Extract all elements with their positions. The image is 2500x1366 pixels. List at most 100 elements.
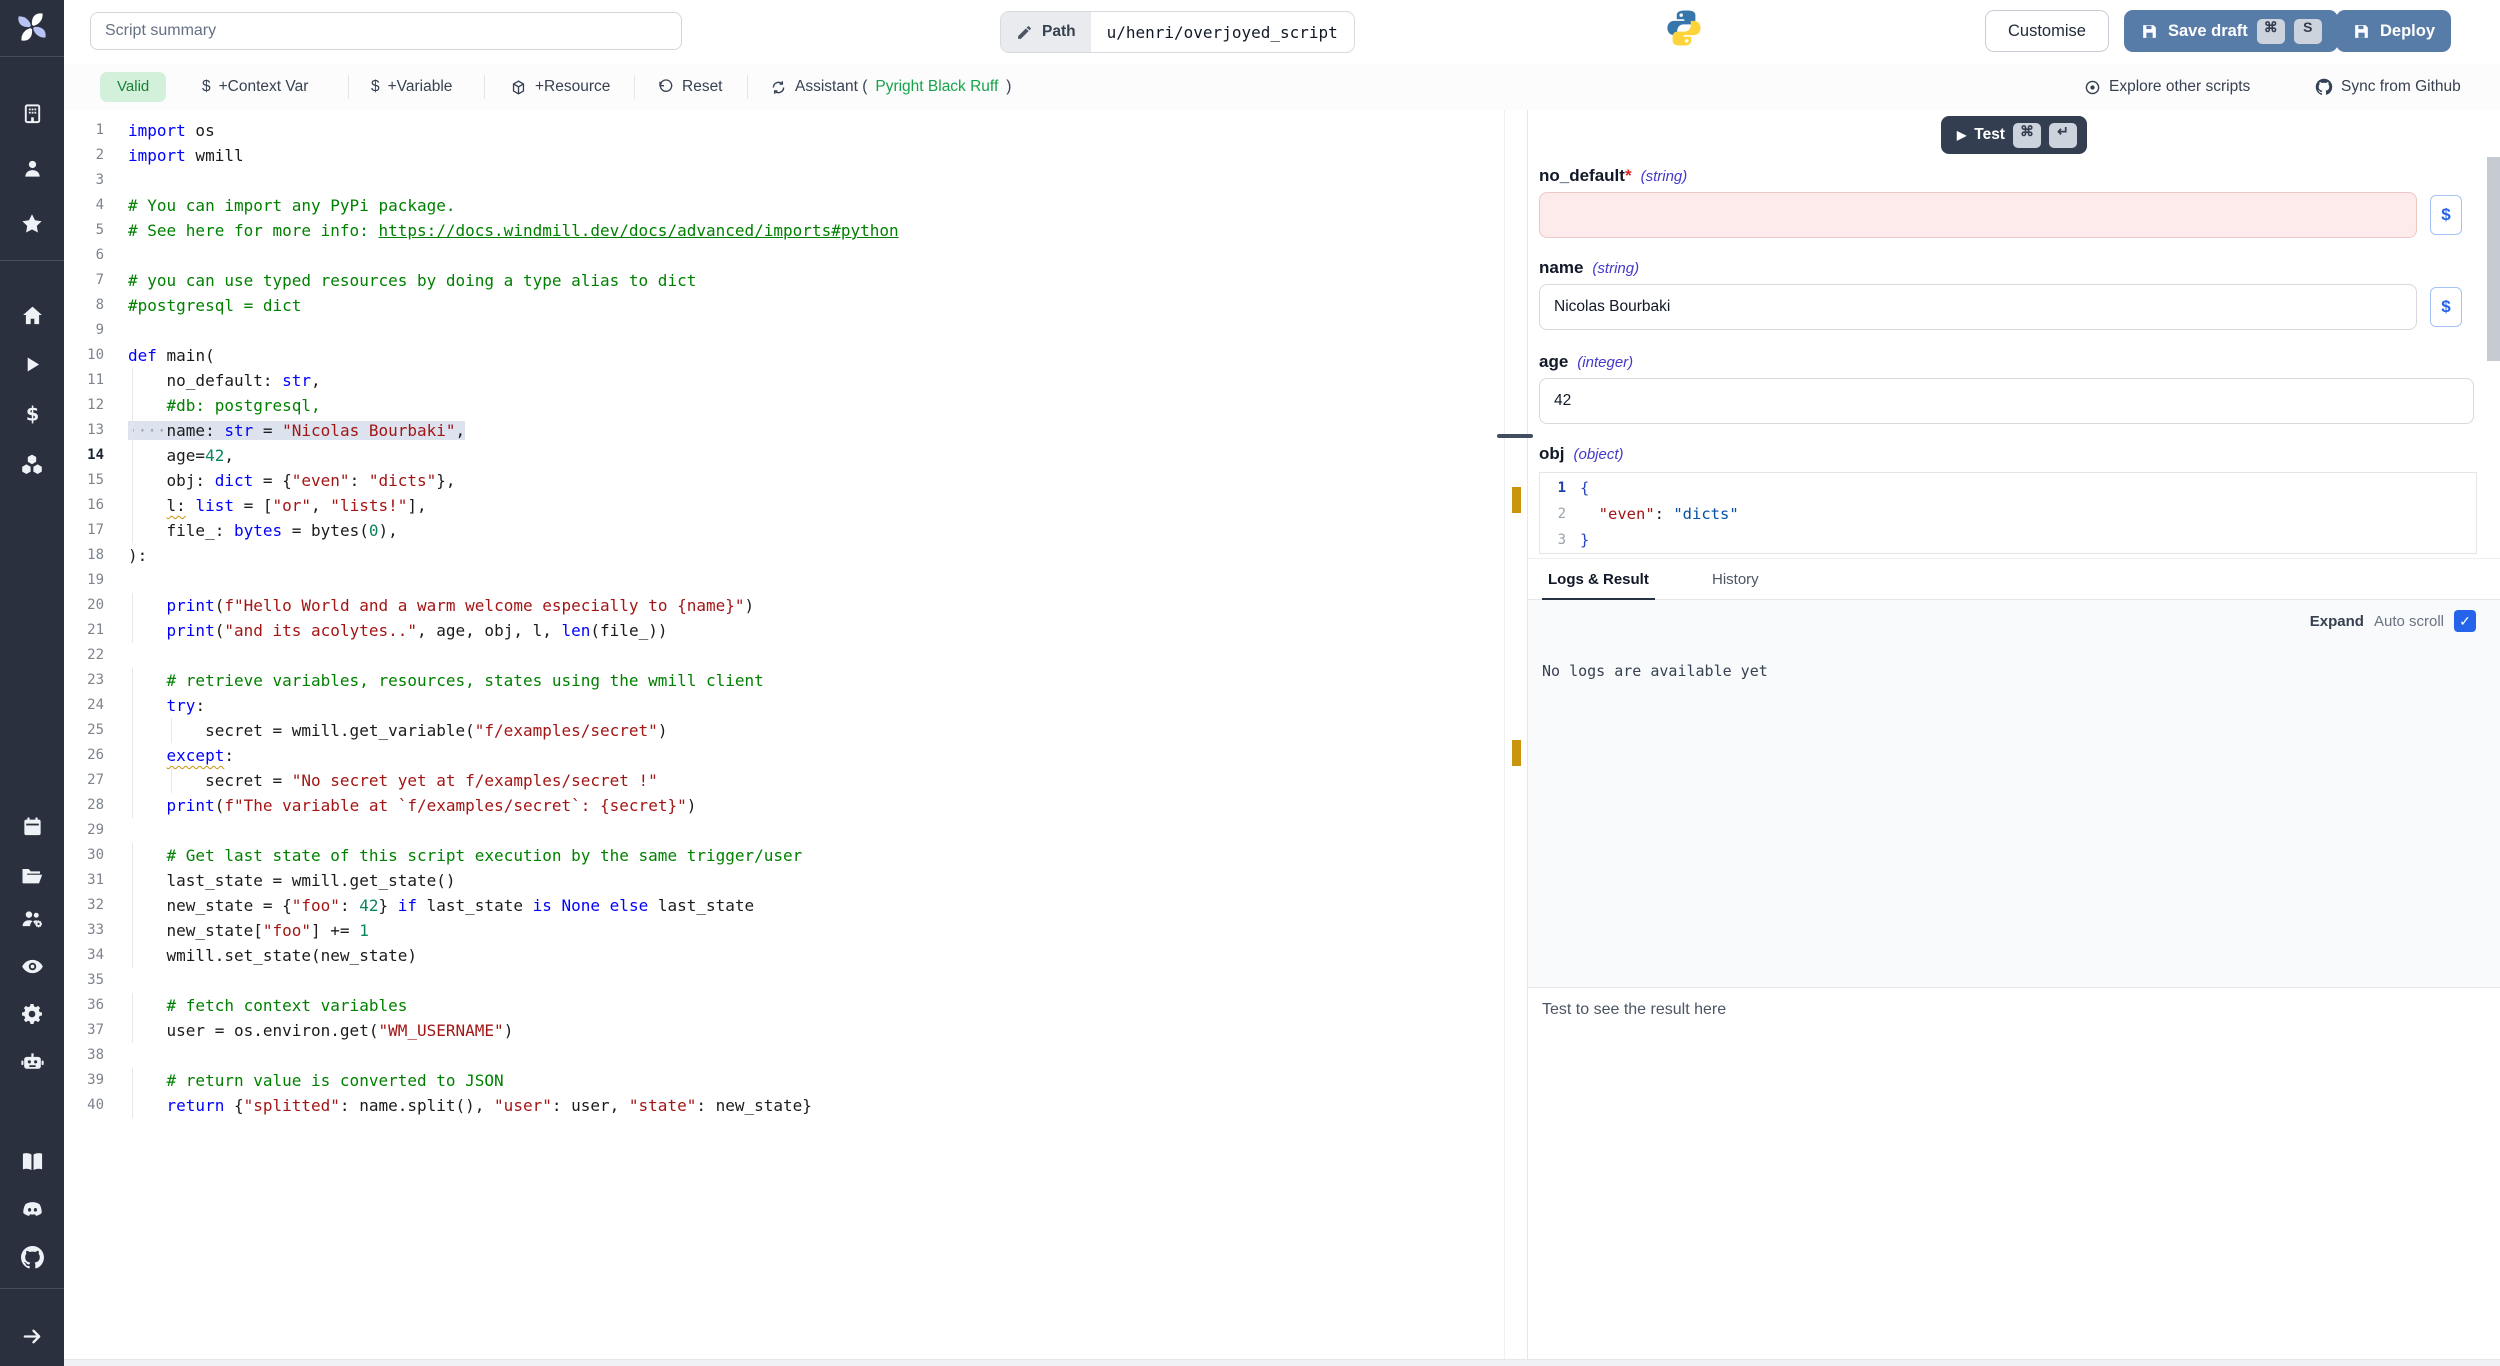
sidebar-item-user[interactable] <box>0 150 64 186</box>
sidebar-item-play[interactable] <box>0 346 64 382</box>
customise-button[interactable]: Customise <box>1985 10 2109 52</box>
line-number: 18 <box>64 543 104 568</box>
insert-variable-button[interactable]: $ <box>2430 287 2462 327</box>
code-line: 12 #db: postgresql, <box>64 393 1504 418</box>
sidebar-divider <box>0 1288 64 1289</box>
insert-variable-button[interactable]: $ <box>2430 195 2462 235</box>
code-line: 7# you can use typed resources by doing … <box>64 268 1504 293</box>
reset-button[interactable]: Reset <box>658 72 723 102</box>
save-draft-button[interactable]: Save draft ⌘S <box>2124 10 2338 52</box>
line-number: 15 <box>64 468 104 493</box>
line-number: 23 <box>64 668 104 693</box>
line-number: 40 <box>64 1093 104 1118</box>
sidebar-item-arrow-right[interactable] <box>0 1318 64 1354</box>
field-label-obj: obj(object) <box>1539 444 1624 464</box>
sidebar-item-star[interactable] <box>0 206 64 242</box>
dollar-icon: $ <box>21 403 44 426</box>
buildings-icon <box>21 102 44 125</box>
valid-badge: Valid <box>100 72 166 102</box>
folder-open-icon <box>20 864 44 888</box>
script-path[interactable]: Path u/henri/overjoyed_script <box>1000 11 1355 53</box>
line-number: 21 <box>64 618 104 643</box>
sidebar-item-eye[interactable] <box>0 948 64 984</box>
line-number: 6 <box>64 243 104 268</box>
gear-icon <box>20 1002 44 1026</box>
box-icon <box>510 79 527 96</box>
editor-toolbar: Valid $ +Context Var $ +Variable +Resour… <box>64 64 2500 111</box>
assistant-button[interactable]: Assistant (Pyright Black Ruff) <box>770 72 1011 102</box>
panel-resize-handle[interactable] <box>1497 434 1533 438</box>
dollar-icon: $ <box>202 78 211 96</box>
line-number: 2 <box>64 143 104 168</box>
expand-button[interactable]: Expand <box>2310 613 2364 630</box>
field-json-editor-obj[interactable]: 1{2 "even": "dicts"3} <box>1539 472 2477 554</box>
sidebar-item-boxes[interactable] <box>0 446 64 482</box>
field-input-name[interactable] <box>1539 284 2417 330</box>
line-number: 36 <box>64 993 104 1018</box>
user-icon <box>21 157 44 180</box>
line-number: 25 <box>64 718 104 743</box>
windmill-app: $ Path u/henri/overjoyed_script Customis… <box>0 0 2500 1366</box>
code-line: 39 # return value is converted to JSON <box>64 1068 1504 1093</box>
sidebar-item-gear[interactable] <box>0 996 64 1032</box>
add-resource-button[interactable]: +Resource <box>510 72 610 102</box>
github-icon <box>20 1245 45 1270</box>
add-context-var-button[interactable]: $ +Context Var <box>202 72 308 102</box>
code-line: 5# See here for more info: https://docs.… <box>64 218 1504 243</box>
tab-logs-result[interactable]: Logs & Result <box>1542 559 1655 601</box>
field-input-no_default[interactable] <box>1539 192 2417 238</box>
sidebar-item-buildings[interactable] <box>0 95 64 131</box>
sidebar-item-dollar[interactable]: $ <box>0 396 64 432</box>
deploy-button[interactable]: Deploy <box>2336 10 2451 52</box>
code-editor[interactable]: 1import os2import wmill34# You can impor… <box>64 110 1504 1366</box>
toolbar-divider <box>484 75 485 99</box>
code-line: 23 # retrieve variables, resources, stat… <box>64 668 1504 693</box>
line-number: 24 <box>64 693 104 718</box>
code-line: 35 <box>64 968 1504 993</box>
sidebar-item-home[interactable] <box>0 297 64 333</box>
code-line: 9 <box>64 318 1504 343</box>
kbd-cmd: ⌘ <box>2013 123 2041 148</box>
code-line: 1import os <box>64 118 1504 143</box>
field-input-age[interactable] <box>1539 378 2474 424</box>
book-open-icon <box>20 1149 45 1174</box>
discord-icon <box>20 1197 45 1222</box>
sidebar-item-github[interactable] <box>0 1239 64 1275</box>
sidebar-item-book-open[interactable] <box>0 1143 64 1179</box>
field-label-no_default: no_default*(string) <box>1539 166 1687 186</box>
code-line: 29 <box>64 818 1504 843</box>
code-line: 16 l: list = ["or", "lists!"], <box>64 493 1504 518</box>
code-line: 28 print(f"The variable at `f/examples/s… <box>64 793 1504 818</box>
sidebar-item-folder-open[interactable] <box>0 858 64 894</box>
test-button[interactable]: ▶ Test ⌘↵ <box>1941 116 2087 154</box>
sidebar-item-windmill-logo[interactable] <box>0 9 64 45</box>
code-line: 18): <box>64 543 1504 568</box>
sidebar-divider <box>0 56 64 57</box>
kbd-s: S <box>2294 19 2322 44</box>
sidebar-item-users-settings[interactable] <box>0 900 64 936</box>
sidebar-item-calendar[interactable] <box>0 808 64 844</box>
line-number: 11 <box>64 368 104 393</box>
code-line: 33 new_state["foo"] += 1 <box>64 918 1504 943</box>
editor-overview-ruler[interactable] <box>1504 110 1528 1366</box>
kbd-cmd: ⌘ <box>2257 19 2285 44</box>
sync-from-github-button[interactable]: Sync from Github <box>2315 72 2461 102</box>
sidebar-item-discord[interactable] <box>0 1191 64 1227</box>
explore-other-scripts-button[interactable]: Explore other scripts <box>2084 72 2250 102</box>
line-number: 7 <box>64 268 104 293</box>
topbar: Path u/henri/overjoyed_script Customise … <box>64 0 2500 65</box>
line-number: 29 <box>64 818 104 843</box>
add-variable-button[interactable]: $ +Variable <box>371 72 452 102</box>
sidebar-item-bot[interactable] <box>0 1043 64 1079</box>
result-placeholder: Test to see the result here <box>1542 1001 1726 1018</box>
scrollbar-thumb[interactable] <box>2487 157 2500 361</box>
right-panel: ▶ Test ⌘↵ no_default*(string)$name(strin… <box>1527 110 2500 1366</box>
eye-icon <box>20 954 45 979</box>
tab-history[interactable]: History <box>1706 559 1765 598</box>
warning-marker <box>1512 487 1521 513</box>
script-summary-input[interactable] <box>90 12 682 50</box>
github-icon <box>2315 78 2333 96</box>
logs-empty-text: No logs are available yet <box>1542 662 1768 680</box>
code-line: 40 return {"splitted": name.split(), "us… <box>64 1093 1504 1118</box>
autoscroll-checkbox[interactable]: ✓ <box>2454 610 2476 632</box>
